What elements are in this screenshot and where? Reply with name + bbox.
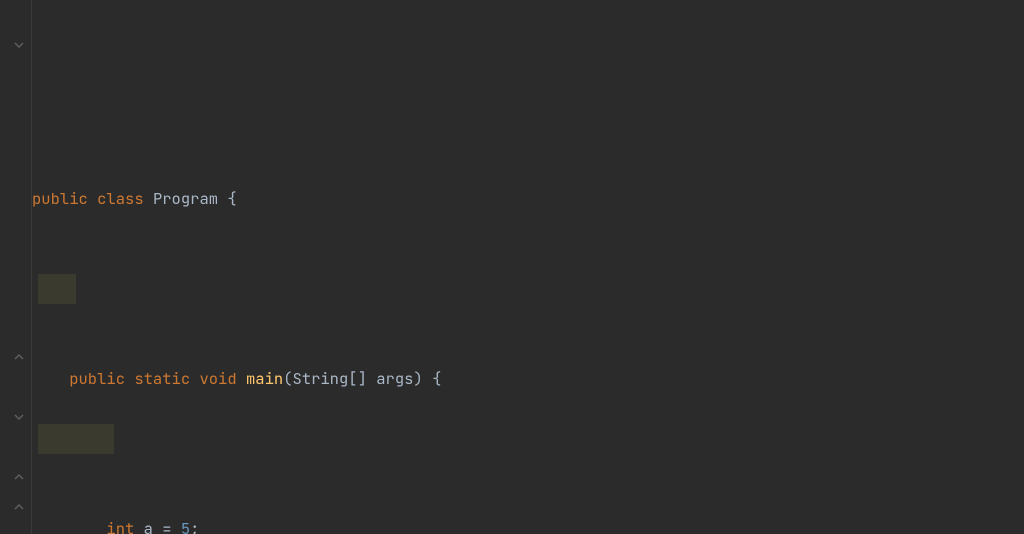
keyword: void: [199, 368, 236, 389]
number-literal: 5: [181, 518, 190, 534]
fold-open-icon[interactable]: [14, 412, 24, 422]
class-name: Program: [153, 188, 218, 209]
code-line[interactable]: int a = 5;: [32, 424, 869, 454]
method-declaration: main: [246, 368, 283, 389]
keyword: class: [97, 188, 144, 209]
fold-close-icon[interactable]: [14, 352, 24, 362]
gutter: [0, 0, 32, 534]
keyword: static: [134, 368, 190, 389]
keyword: public: [32, 188, 88, 209]
keyword: int: [106, 518, 134, 534]
code-editor[interactable]: public class Program { public static voi…: [0, 0, 1024, 534]
fold-open-icon[interactable]: [14, 40, 24, 50]
highlight-block: [38, 424, 114, 454]
code-line[interactable]: public class Program {: [32, 124, 869, 154]
highlight-block: [38, 274, 76, 304]
fold-close-icon[interactable]: [14, 502, 24, 512]
fold-close-icon[interactable]: [14, 472, 24, 482]
code-area[interactable]: public class Program { public static voi…: [32, 0, 869, 534]
keyword: public: [69, 368, 125, 389]
code-line[interactable]: public static void main(String[] args) {: [32, 274, 869, 304]
